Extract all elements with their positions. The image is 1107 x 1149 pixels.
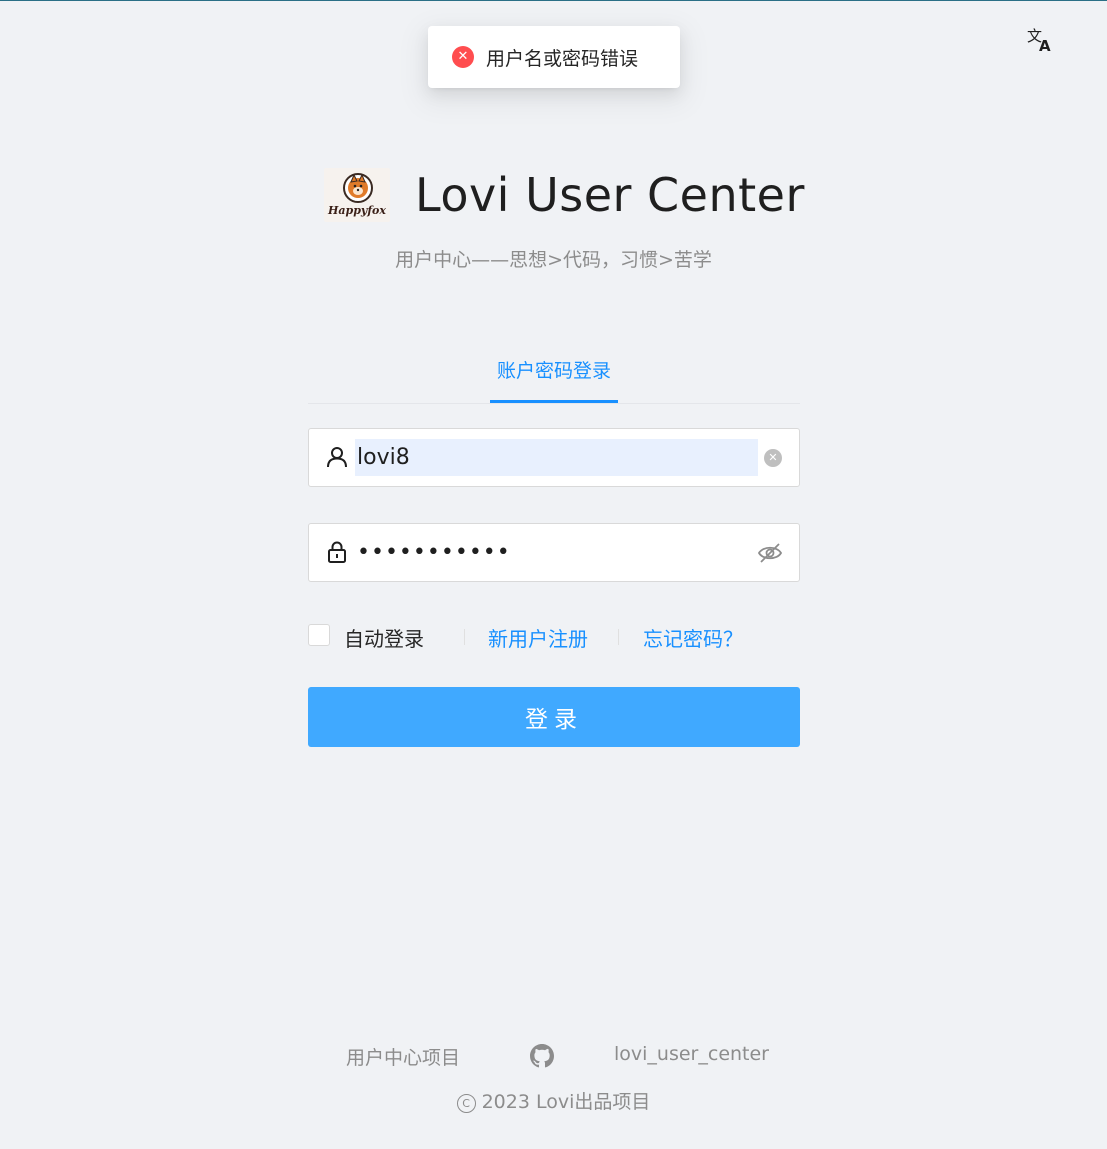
password-field[interactable]: [308, 523, 800, 582]
error-message-toast: ✕ 用户名或密码错误: [428, 26, 680, 88]
forgot-password-link[interactable]: 忘记密码？: [643, 623, 743, 652]
lock-icon: [328, 541, 346, 563]
username-input[interactable]: [355, 439, 758, 476]
footer-link-repo[interactable]: lovi_user_center: [614, 1043, 769, 1065]
copyright-text: 2023 Lovi出品项目: [481, 1091, 651, 1113]
page-subtitle: 用户中心——思想>代码，习惯>苦学: [395, 249, 712, 271]
eye-invisible-icon[interactable]: [757, 541, 783, 565]
login-button[interactable]: 登录: [308, 687, 800, 747]
language-switch-button[interactable]: 文 A: [1026, 26, 1054, 55]
translate-icon: 文 A: [1027, 27, 1051, 55]
happyfox-logo: Happyfox: [324, 168, 390, 222]
user-icon: [327, 447, 347, 468]
login-tabs: 账户密码登录: [308, 351, 800, 404]
error-icon: ✕: [452, 46, 474, 68]
auto-login-checkbox[interactable]: [308, 624, 330, 646]
divider: [618, 629, 619, 645]
password-input[interactable]: [355, 534, 747, 571]
github-icon[interactable]: [530, 1044, 554, 1068]
divider: [464, 629, 465, 645]
svg-text:Happyfox: Happyfox: [327, 204, 386, 217]
tab-account-password[interactable]: 账户密码登录: [490, 356, 618, 403]
auto-login-label[interactable]: 自动登录: [344, 623, 424, 652]
copyright: C 2023 Lovi出品项目: [0, 1087, 1107, 1114]
copyright-icon: C: [456, 1094, 476, 1113]
login-options: 自动登录 新用户注册 忘记密码？: [308, 621, 800, 651]
toast-message: 用户名或密码错误: [486, 47, 639, 70]
username-field[interactable]: ✕: [308, 428, 800, 487]
clear-icon[interactable]: ✕: [764, 449, 782, 467]
svg-text:A: A: [1039, 37, 1051, 54]
page-title: Lovi User Center: [415, 168, 805, 222]
footer-link-project[interactable]: 用户中心项目: [346, 1043, 460, 1070]
register-link[interactable]: 新用户注册: [488, 623, 588, 652]
page-header: Happyfox Lovi User Center: [324, 168, 805, 222]
footer-links: 用户中心项目 lovi_user_center: [0, 1041, 1107, 1071]
